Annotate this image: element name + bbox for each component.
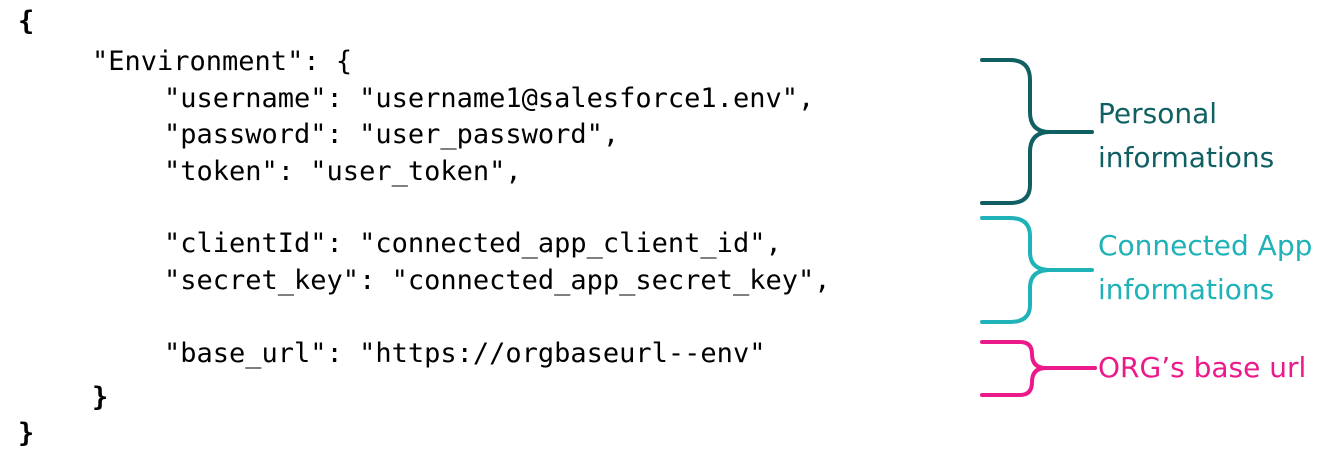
connected-app-label-line2: informations [1098,273,1275,306]
connected-app-bracket [980,216,1094,324]
org-base-url-label: ORG’s base url [1098,346,1306,390]
org-base-url-label-text: ORG’s base url [1098,351,1307,384]
personal-bracket [980,58,1094,205]
personal-informations-label: Personal informations [1098,92,1274,180]
connected-app-label-line1: Connected App [1098,229,1313,262]
personal-label-line1: Personal [1098,97,1218,130]
org-base-url-bracket [980,340,1097,397]
personal-label-line2: informations [1098,141,1275,174]
connected-app-informations-label: Connected App informations [1098,224,1312,312]
